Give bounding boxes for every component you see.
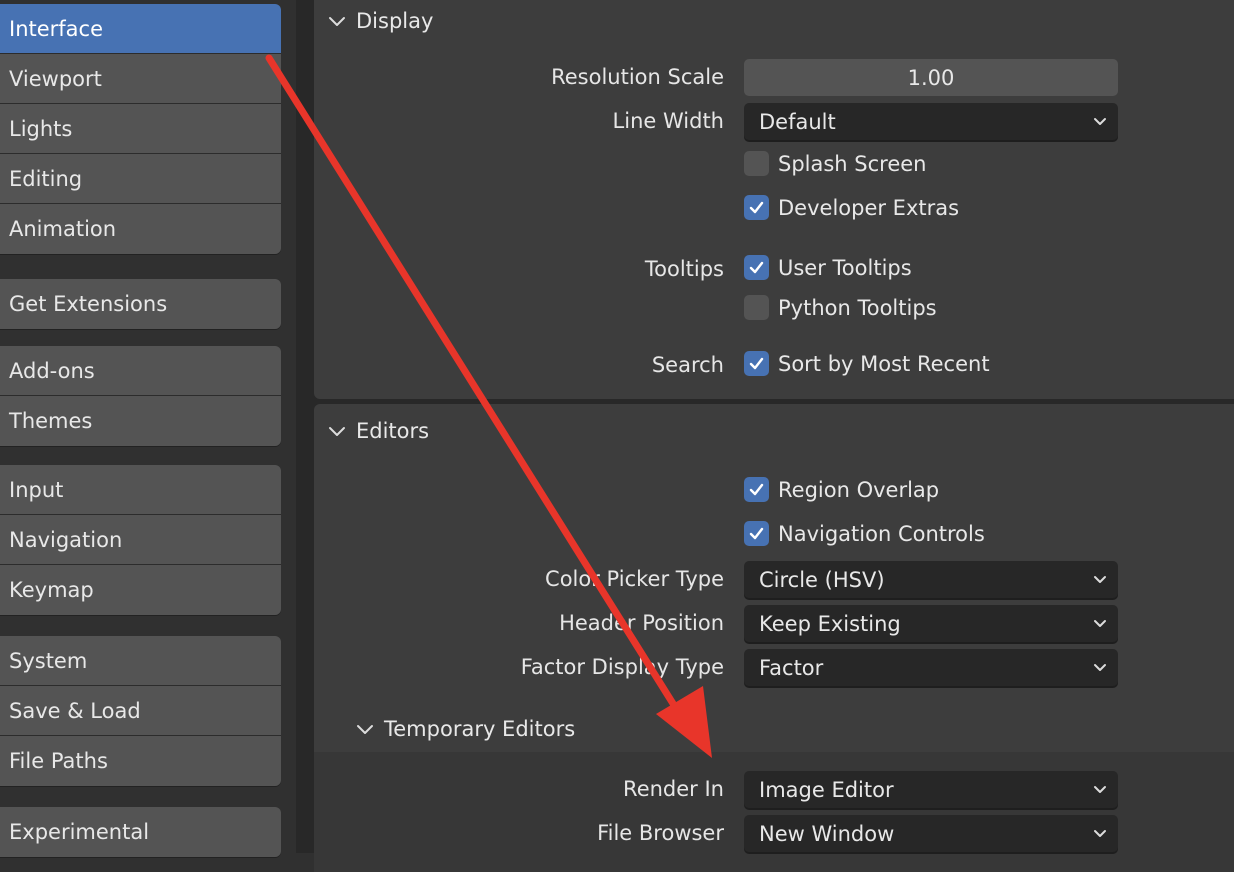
factor-display-type-dropdown[interactable]: Factor — [744, 649, 1118, 686]
sidebar-item-input[interactable]: Input — [0, 465, 281, 515]
region-overlap-label: Region Overlap — [778, 477, 940, 502]
sidebar-item-editing[interactable]: Editing — [0, 154, 281, 204]
checkbox-box — [744, 295, 769, 320]
user-tooltips-row: Tooltips User Tooltips — [314, 249, 1234, 289]
sidebar-item-system[interactable]: System — [0, 636, 281, 686]
python-tooltips-checkbox[interactable]: Python Tooltips — [744, 295, 937, 320]
python-tooltips-label: Python Tooltips — [778, 295, 937, 320]
navigation-controls-label: Navigation Controls — [778, 521, 985, 546]
chevron-down-icon — [1094, 664, 1106, 671]
file-browser-dropdown[interactable]: New Window — [744, 815, 1118, 852]
color-picker-type-label: Color Picker Type — [545, 567, 724, 591]
editors-panel: Editors Region Overlap Navigation Contro… — [314, 404, 1234, 872]
checkmark-icon — [744, 521, 769, 546]
sidebar-item-experimental[interactable]: Experimental — [0, 807, 281, 857]
python-tooltips-row: Python Tooltips — [314, 289, 1234, 329]
preferences-sidebar: Interface Viewport Lights Editing Animat… — [0, 0, 296, 857]
sidebar-item-save-load[interactable]: Save & Load — [0, 686, 281, 736]
search-label: Search — [651, 353, 724, 377]
resolution-scale-field[interactable]: 1.00 — [744, 59, 1118, 96]
navigation-controls-row: Navigation Controls — [314, 515, 1234, 555]
line-width-row: Line Width Default — [314, 101, 1234, 141]
sort-by-most-recent-checkbox[interactable]: Sort by Most Recent — [744, 351, 990, 376]
search-row: Search Sort by Most Recent — [314, 345, 1234, 385]
editors-panel-title: Editors — [356, 419, 430, 443]
splash-screen-row: Splash Screen — [314, 145, 1234, 185]
sidebar-item-navigation[interactable]: Navigation — [0, 515, 281, 565]
chevron-down-icon — [1094, 786, 1106, 793]
sidebar-group-extensions: Get Extensions — [0, 279, 281, 329]
file-browser-row: File Browser New Window — [314, 813, 1234, 853]
editors-panel-header[interactable]: Editors — [328, 414, 429, 448]
render-in-label: Render In — [623, 777, 724, 801]
factor-display-type-label: Factor Display Type — [520, 655, 724, 679]
sidebar-group-system: System Save & Load File Paths — [0, 636, 281, 786]
user-tooltips-label: User Tooltips — [778, 255, 912, 280]
file-browser-label: File Browser — [597, 821, 724, 845]
sidebar-item-animation[interactable]: Animation — [0, 204, 281, 254]
sidebar-item-add-ons[interactable]: Add-ons — [0, 346, 281, 396]
checkbox-box — [744, 151, 769, 176]
header-position-label: Header Position — [559, 611, 724, 635]
temporary-editors-header[interactable]: Temporary Editors — [356, 712, 575, 746]
developer-extras-label: Developer Extras — [778, 195, 960, 220]
checkmark-icon — [744, 195, 769, 220]
chevron-down-icon — [328, 12, 346, 30]
chevron-down-icon — [1094, 576, 1106, 583]
sidebar-group-experimental: Experimental — [0, 807, 281, 857]
tooltips-label: Tooltips — [644, 257, 724, 281]
line-width-label: Line Width — [612, 109, 724, 133]
display-panel-title: Display — [356, 9, 434, 33]
sidebar-item-file-paths[interactable]: File Paths — [0, 736, 281, 786]
user-tooltips-checkbox[interactable]: User Tooltips — [744, 255, 912, 280]
sidebar-item-viewport[interactable]: Viewport — [0, 54, 281, 104]
render-in-value: Image Editor — [759, 777, 894, 802]
display-panel-header[interactable]: Display — [328, 4, 433, 38]
resolution-scale-row: Resolution Scale 1.00 — [314, 57, 1234, 97]
checkmark-icon — [744, 255, 769, 280]
line-width-dropdown[interactable]: Default — [744, 103, 1118, 140]
factor-display-type-row: Factor Display Type Factor — [314, 647, 1234, 687]
sidebar-item-themes[interactable]: Themes — [0, 396, 281, 446]
sidebar-group-general: Interface Viewport Lights Editing Animat… — [0, 4, 281, 254]
render-in-row: Render In Image Editor — [314, 769, 1234, 809]
navigation-controls-checkbox[interactable]: Navigation Controls — [744, 521, 985, 546]
checkmark-icon — [744, 351, 769, 376]
splash-screen-checkbox[interactable]: Splash Screen — [744, 151, 927, 176]
sidebar-group-addons: Add-ons Themes — [0, 346, 281, 446]
color-picker-type-row: Color Picker Type Circle (HSV) — [314, 559, 1234, 599]
sidebar-group-input: Input Navigation Keymap — [0, 465, 281, 615]
chevron-down-icon — [328, 422, 346, 440]
resolution-scale-label: Resolution Scale — [551, 65, 724, 89]
temporary-editors-subpanel: Render In Image Editor File Browser New … — [314, 752, 1234, 872]
header-position-row: Header Position Keep Existing — [314, 603, 1234, 643]
checkmark-icon — [744, 477, 769, 502]
splash-screen-label: Splash Screen — [778, 151, 927, 176]
temporary-editors-title: Temporary Editors — [384, 717, 576, 741]
factor-display-type-value: Factor — [759, 655, 824, 680]
sidebar-item-get-extensions[interactable]: Get Extensions — [0, 279, 281, 329]
preferences-main-area: Display Resolution Scale 1.00 Line Width… — [296, 0, 1234, 872]
sidebar-item-keymap[interactable]: Keymap — [0, 565, 281, 615]
line-width-value: Default — [759, 109, 836, 134]
developer-extras-checkbox[interactable]: Developer Extras — [744, 195, 959, 220]
render-in-dropdown[interactable]: Image Editor — [744, 771, 1118, 808]
display-panel: Display Resolution Scale 1.00 Line Width… — [314, 0, 1234, 399]
color-picker-type-dropdown[interactable]: Circle (HSV) — [744, 561, 1118, 598]
region-overlap-checkbox[interactable]: Region Overlap — [744, 477, 939, 502]
region-overlap-row: Region Overlap — [314, 471, 1234, 511]
chevron-down-icon — [1094, 620, 1106, 627]
sort-by-most-recent-label: Sort by Most Recent — [778, 351, 990, 376]
header-position-dropdown[interactable]: Keep Existing — [744, 605, 1118, 642]
color-picker-type-value: Circle (HSV) — [759, 567, 885, 592]
file-browser-value: New Window — [759, 821, 895, 846]
chevron-down-icon — [356, 720, 374, 738]
chevron-down-icon — [1094, 118, 1106, 125]
developer-extras-row: Developer Extras — [314, 189, 1234, 229]
sidebar-item-lights[interactable]: Lights — [0, 104, 281, 154]
header-position-value: Keep Existing — [759, 611, 901, 636]
chevron-down-icon — [1094, 830, 1106, 837]
sidebar-item-interface[interactable]: Interface — [0, 4, 281, 54]
